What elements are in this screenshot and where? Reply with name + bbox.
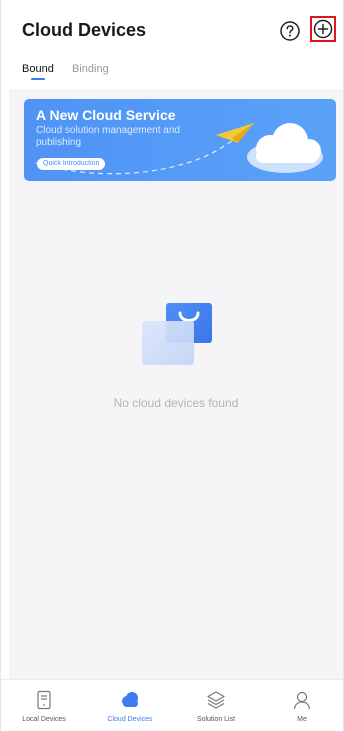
person-icon [293,691,311,710]
device-list-area: A New Cloud Service Cloud solution manag… [9,89,343,679]
paper-plane-icon [216,123,254,143]
banner-subtitle: Cloud solution management and publishing [36,125,180,148]
plus-circle-icon [313,19,333,39]
cloud-service-banner[interactable]: A New Cloud Service Cloud solution manag… [24,99,336,181]
empty-state-message: No cloud devices found [113,396,239,410]
cloud-icon [247,123,323,173]
active-tab-indicator [31,78,45,80]
banner-title: A New Cloud Service [36,107,176,123]
nav-cloud-devices[interactable]: Cloud Devices [87,680,173,731]
nav-label-cloud-devices: Cloud Devices [107,716,153,723]
cloud-devices-screen: Cloud Devices Bound Binding A New Cloud … [0,0,344,731]
bottom-navigation: Local Devices Cloud Devices Solution Lis… [1,679,343,731]
quick-introduction-button[interactable]: Quick Introduction [37,158,106,170]
question-circle-icon [280,21,300,41]
device-icon [37,690,51,710]
nav-me[interactable]: Me [259,680,344,731]
nav-solution-list[interactable]: Solution List [173,680,259,731]
header: Cloud Devices [1,0,343,58]
add-device-button[interactable] [310,16,336,42]
nav-label-local-devices: Local Devices [22,716,66,723]
help-button[interactable] [279,20,301,42]
page-title: Cloud Devices [22,20,147,40]
layers-icon [207,691,225,709]
nav-local-devices[interactable]: Local Devices [1,680,87,731]
cloud-icon [122,692,138,707]
nav-label-me: Me [297,716,307,723]
tab-bound[interactable]: Bound [22,63,54,75]
empty-bag-icon [142,303,212,365]
tab-binding[interactable]: Binding [72,63,109,75]
nav-label-solution-list: Solution List [196,716,236,723]
